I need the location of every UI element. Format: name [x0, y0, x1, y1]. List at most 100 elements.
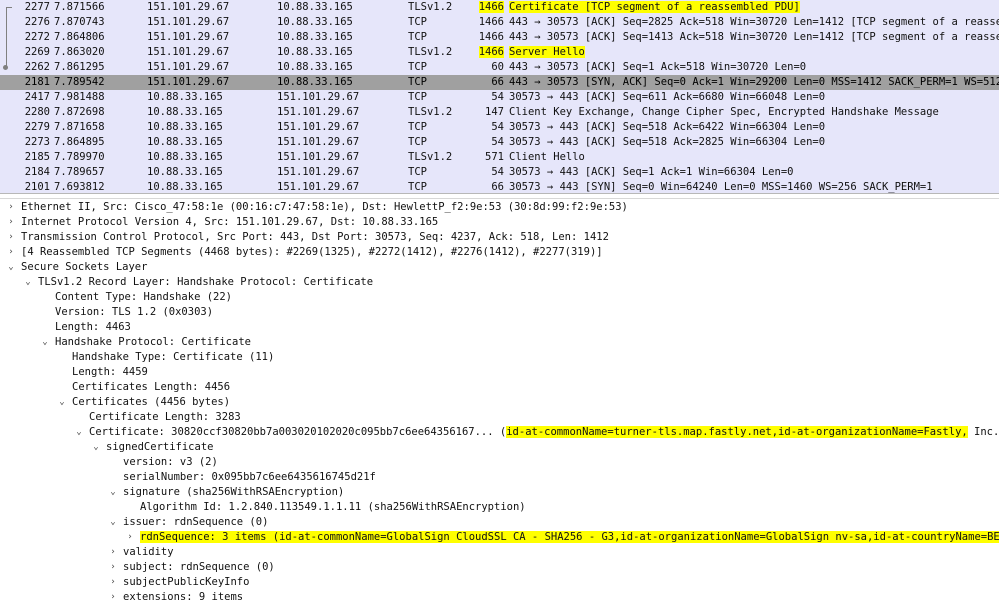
packet-info: Client Key Exchange, Change Cipher Spec,…	[509, 106, 939, 118]
detail-tree-label: Certificate Length: 3283	[89, 411, 241, 423]
packet-row[interactable]: 2276 7.870743 151.101.29.67 10.88.33.165 TCP…	[0, 15, 999, 30]
detail-tree-item[interactable]: › [4 Reassembled TCP Segments (4468 bytes…	[0, 245, 999, 260]
detail-tree-item[interactable]: Certificates Length: 4456	[0, 380, 999, 395]
detail-tree-label: Handshake Protocol: Certificate	[55, 336, 251, 348]
expand-arrow-icon[interactable]: ›	[6, 200, 16, 215]
packet-info: 443 → 30573 [ACK] Seq=1413 Ack=518 Win=3…	[509, 31, 999, 43]
detail-tree-item[interactable]: ⌄ issuer: rdnSequence (0)	[0, 515, 999, 530]
detail-tree-item[interactable]: version: v3 (2)	[0, 455, 999, 470]
packet-protocol: TCP	[408, 16, 427, 28]
packet-time: 7.863020	[54, 46, 105, 58]
detail-tree-label: Internet Protocol Version 4, Src: 151.10…	[21, 216, 439, 228]
packet-length: 571	[485, 151, 504, 163]
packet-number: 2272	[24, 31, 50, 43]
expand-arrow-icon[interactable]: ›	[6, 245, 16, 260]
collapse-arrow-icon[interactable]: ⌄	[108, 515, 118, 530]
detail-tree-item[interactable]: › subjectPublicKeyInfo	[0, 575, 999, 590]
detail-tree-item[interactable]: › Ethernet II, Src: Cisco_47:58:1e (00:16…	[0, 200, 999, 215]
detail-tree-label: Content Type: Handshake (22)	[55, 291, 233, 303]
packet-row[interactable]: 2417 7.981488 10.88.33.165 151.101.29.67 TCP…	[0, 90, 999, 105]
packet-protocol: TCP	[408, 136, 427, 148]
expand-arrow-icon[interactable]: ›	[6, 230, 16, 245]
packet-protocol: TCP	[408, 166, 427, 178]
detail-tree-label: Ethernet II, Src: Cisco_47:58:1e (00:16:…	[21, 201, 628, 213]
packet-source: 151.101.29.67	[147, 1, 230, 13]
collapse-arrow-icon[interactable]: ⌄	[74, 425, 84, 440]
detail-tree-item[interactable]: › Internet Protocol Version 4, Src: 151.1…	[0, 215, 999, 230]
packet-row[interactable]: 2273 7.864895 10.88.33.165 151.101.29.67 TCP…	[0, 135, 999, 150]
packet-protocol: TLSv1.2	[408, 1, 453, 13]
packet-row[interactable]: 2181 7.789542 151.101.29.67 10.88.33.165 TCP…	[0, 75, 999, 90]
detail-tree-item[interactable]: Algorithm Id: 1.2.840.113549.1.1.11 (sha…	[0, 500, 999, 515]
detail-tree-item[interactable]: › validity	[0, 545, 999, 560]
packet-time: 7.864806	[54, 31, 105, 43]
packet-row[interactable]: 2272 7.864806 151.101.29.67 10.88.33.165 TCP…	[0, 30, 999, 45]
detail-tree-item[interactable]: Content Type: Handshake (22)	[0, 290, 999, 305]
packet-length: 66	[491, 181, 504, 193]
collapse-arrow-icon[interactable]: ⌄	[23, 275, 33, 290]
collapse-arrow-icon[interactable]: ⌄	[108, 485, 118, 500]
expand-arrow-icon[interactable]: ›	[108, 590, 118, 605]
detail-tree-label: Certificates Length: 4456	[72, 381, 231, 393]
expand-arrow-icon[interactable]: ›	[6, 215, 16, 230]
packet-info: Client Hello	[509, 151, 585, 163]
packet-number: 2185	[24, 151, 50, 163]
expand-arrow-icon[interactable]: ›	[108, 560, 118, 575]
packet-source: 10.88.33.165	[147, 166, 223, 178]
packet-length: 1466	[478, 16, 504, 28]
detail-tree-item[interactable]: ⌄ Certificates (4456 bytes)	[0, 395, 999, 410]
detail-tree-item[interactable]: ⌄ signedCertificate	[0, 440, 999, 455]
detail-tree-item[interactable]: ⌄ signature (sha256WithRSAEncryption)	[0, 485, 999, 500]
packet-row[interactable]: 2280 7.872698 10.88.33.165 151.101.29.67 TLS…	[0, 105, 999, 120]
pane-splitter[interactable]	[0, 193, 999, 199]
packet-time: 7.861295	[54, 61, 105, 73]
packet-time: 7.872698	[54, 106, 105, 118]
packet-info: 30573 → 443 [ACK] Seq=611 Ack=6680 Win=6…	[509, 91, 826, 103]
packet-row[interactable]: 2269 7.863020 151.101.29.67 10.88.33.165 TLS…	[0, 45, 999, 60]
packet-row[interactable]: 2279 7.871658 10.88.33.165 151.101.29.67 TCP…	[0, 120, 999, 135]
detail-tree-item[interactable]: › subject: rdnSequence (0)	[0, 560, 999, 575]
packet-list[interactable]: 2277 7.871566 151.101.29.67 10.88.33.165 TLS…	[0, 0, 999, 193]
detail-tree-item[interactable]: › rdnSequence: 3 items (id-at-commonName=…	[0, 530, 999, 545]
packet-source: 151.101.29.67	[147, 16, 230, 28]
packet-destination: 10.88.33.165	[277, 61, 353, 73]
detail-tree-item[interactable]: Length: 4459	[0, 365, 999, 380]
detail-tree-item[interactable]: Length: 4463	[0, 320, 999, 335]
packet-details-tree[interactable]: › Ethernet II, Src: Cisco_47:58:1e (00:16…	[0, 200, 999, 608]
detail-tree-label: Length: 4459	[72, 366, 148, 378]
detail-tree-item[interactable]: ⌄ Certificate: 30820ccf30820bb7a003020102…	[0, 425, 999, 440]
detail-tree-item[interactable]: Certificate Length: 3283	[0, 410, 999, 425]
packet-time: 7.981488	[54, 91, 105, 103]
collapse-arrow-icon[interactable]: ⌄	[91, 440, 101, 455]
packet-protocol: TCP	[408, 31, 427, 43]
detail-tree-item[interactable]: › extensions: 9 items	[0, 590, 999, 605]
detail-tree-item[interactable]: ⌄ TLSv1.2 Record Layer: Handshake Protoco…	[0, 275, 999, 290]
detail-tree-item[interactable]: ⌄ Secure Sockets Layer	[0, 260, 999, 275]
collapse-arrow-icon[interactable]: ⌄	[40, 335, 50, 350]
collapse-arrow-icon[interactable]: ⌄	[6, 260, 16, 275]
packet-length: 147	[485, 106, 504, 118]
detail-tree-label: validity	[123, 546, 174, 558]
detail-tree-item[interactable]: Version: TLS 1.2 (0x0303)	[0, 305, 999, 320]
expand-arrow-icon[interactable]: ›	[108, 575, 118, 590]
expand-arrow-icon[interactable]: ›	[108, 545, 118, 560]
packet-info: Server Hello	[509, 46, 585, 58]
packet-row[interactable]: 2277 7.871566 151.101.29.67 10.88.33.165 TLS…	[0, 0, 999, 16]
packet-row[interactable]: 2101 7.693812 10.88.33.165 151.101.29.67 TCP…	[0, 180, 999, 193]
packet-number: 2279	[24, 121, 50, 133]
packet-destination: 151.101.29.67	[277, 151, 360, 163]
detail-tree-item[interactable]: Handshake Type: Certificate (11)	[0, 350, 999, 365]
packet-source: 10.88.33.165	[147, 136, 223, 148]
detail-tree-item[interactable]: serialNumber: 0x095bb7c6ee6435616745d21f	[0, 470, 999, 485]
packet-number: 2277	[24, 1, 50, 13]
collapse-arrow-icon[interactable]: ⌄	[57, 395, 67, 410]
packet-number: 2276	[24, 16, 50, 28]
expand-arrow-icon[interactable]: ›	[125, 530, 135, 545]
packet-row[interactable]: 2184 7.789657 10.88.33.165 151.101.29.67 TCP…	[0, 165, 999, 180]
packet-source: 10.88.33.165	[147, 106, 223, 118]
detail-tree-label: serialNumber: 0x095bb7c6ee6435616745d21f	[123, 471, 376, 483]
detail-tree-item[interactable]: ⌄ Handshake Protocol: Certificate	[0, 335, 999, 350]
packet-row[interactable]: 2185 7.789970 10.88.33.165 151.101.29.67 TLS…	[0, 150, 999, 165]
detail-tree-item[interactable]: › Transmission Control Protocol, Src Port…	[0, 230, 999, 245]
packet-row[interactable]: 2262 7.861295 151.101.29.67 10.88.33.165 TCP…	[0, 60, 999, 75]
